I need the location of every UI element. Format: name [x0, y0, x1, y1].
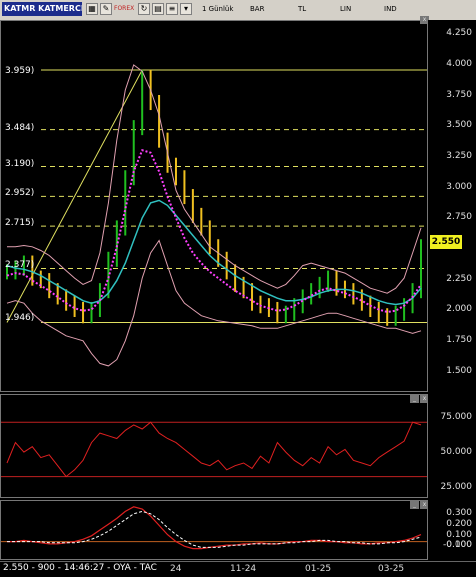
price-tick: 3.000 — [446, 182, 472, 192]
macd-axis: 0.300 0.200 0.100 0.000 -0.100 — [428, 500, 476, 560]
forex-label[interactable]: FOREX — [114, 5, 134, 12]
rsi-axis: 75.000 50.000 25.000 — [428, 394, 476, 498]
sheet-icon[interactable]: ▦ — [86, 3, 98, 15]
fib-label-2: 3.484) — [5, 123, 35, 133]
fib-label-1: 3.959) — [5, 66, 35, 76]
price-tick: 2.750 — [446, 212, 472, 222]
date-label: 11-24 — [230, 564, 257, 574]
macd-pane-minimize-button[interactable]: _ — [410, 501, 419, 509]
ma-dotted-line — [6, 148, 422, 314]
last-price-badge: 2.550 — [430, 235, 462, 249]
fib-label-7: 1.946) — [5, 313, 35, 323]
macd-tick: -0.100 — [442, 540, 472, 550]
price-tick: 4.000 — [446, 59, 472, 69]
period-selector[interactable]: 1 Günlük — [202, 5, 233, 13]
price-tick: 1.750 — [446, 335, 472, 345]
doc-icon[interactable]: ▤ — [152, 3, 164, 15]
currency-selector[interactable]: TL — [298, 5, 306, 13]
macd-tick: 0.300 — [446, 508, 472, 518]
indicator-selector[interactable]: IND — [384, 5, 397, 13]
list-icon[interactable]: ≡ — [166, 3, 178, 15]
price-tick: 3.750 — [446, 90, 472, 100]
macd-chart[interactable] — [1, 501, 427, 559]
date-label: 24 — [170, 564, 182, 574]
rsi-tick: 50.000 — [440, 447, 473, 457]
rsi-pane-minimize-button[interactable]: _ — [410, 395, 419, 403]
price-tick: 3.250 — [446, 151, 472, 161]
price-chart[interactable] — [1, 21, 427, 391]
refresh-icon[interactable]: ↻ — [138, 3, 150, 15]
scale-selector[interactable]: LIN — [340, 5, 351, 13]
chart-toolbar: KATMR KATMERCI ▦ ✎ FOREX ↻ ▤ ≡ ▾ 1 Günlü… — [0, 0, 476, 21]
status-bar: 2.550 - 900 - 14:46:27 - OYA - TAC 24 11… — [0, 561, 476, 577]
symbol-title[interactable]: KATMR KATMERCI — [2, 2, 82, 16]
price-tick: 2.250 — [446, 274, 472, 284]
macd-tick: 0.200 — [446, 519, 472, 529]
price-pane[interactable]: 3.959) 3.484) 3.190) 2.952) 2.715) 2.377… — [0, 20, 428, 392]
fib-label-5: 2.715) — [5, 218, 35, 228]
rsi-chart[interactable] — [1, 395, 427, 497]
chart-style-selector[interactable]: BAR — [250, 5, 264, 13]
macd-tick: 0.100 — [446, 530, 472, 540]
price-tick: 3.500 — [446, 120, 472, 130]
price-tick: 4.250 — [446, 28, 472, 38]
rsi-tick: 25.000 — [440, 482, 473, 492]
edit-icon[interactable]: ✎ — [100, 3, 112, 15]
fib-label-4: 2.952) — [5, 188, 35, 198]
fib-label-6: 2.377) — [5, 260, 35, 270]
fib-label-3: 3.190) — [5, 159, 35, 169]
date-label: 03-25 — [378, 564, 405, 574]
macd-pane[interactable] — [0, 500, 428, 560]
rsi-line — [6, 421, 422, 478]
status-text: 2.550 - 900 - 14:46:27 - OYA - TAC — [3, 563, 157, 573]
price-tick: 1.500 — [446, 366, 472, 376]
price-tick: 2.000 — [446, 304, 472, 314]
price-axis: 4.250 4.000 3.750 3.500 3.250 3.000 2.75… — [428, 20, 476, 392]
date-label: 01-25 — [305, 564, 332, 574]
rsi-pane[interactable] — [0, 394, 428, 498]
ma-cyan-line — [6, 199, 422, 306]
rsi-tick: 75.000 — [440, 412, 473, 422]
settings-icon[interactable]: ▾ — [180, 3, 192, 15]
